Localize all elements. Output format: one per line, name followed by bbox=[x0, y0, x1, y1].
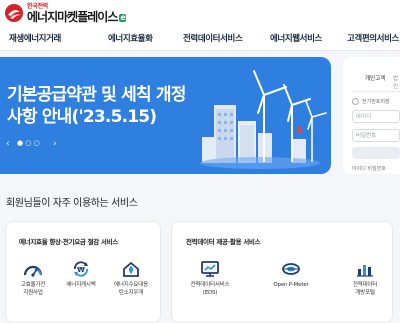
service-carbon-eraser[interactable]: 에너지수요대응 탄소지우개 bbox=[106, 260, 156, 297]
meter-icon bbox=[282, 263, 300, 275]
hero-banner[interactable]: 기본공급약관 및 세칙 개정 사항 안내('23.5.15) ‹ ● ○ ○ › bbox=[0, 57, 331, 174]
save-id-option[interactable]: 전기번호저장 bbox=[352, 98, 390, 105]
eco-home-icon bbox=[123, 261, 139, 277]
logo-badge: e bbox=[119, 12, 126, 22]
nav-item-power-data-service[interactable]: 전력데이터서비스 bbox=[183, 32, 243, 44]
svg-text:₩: ₩ bbox=[77, 266, 85, 274]
chart-icon bbox=[357, 265, 373, 277]
card-title: 에너지효율 향상·전기요금 절감 서비스 bbox=[19, 238, 118, 246]
main-nav: 재생에너지거래 에너지효율화 전력데이터서비스 에너지웹서비스 고객편의서비스 bbox=[0, 28, 400, 51]
site-logo[interactable]: 한국전력 에너지마켓플레이스 e bbox=[4, 3, 126, 23]
services-section-title: 회원님들이 자주 이용하는 서비스 bbox=[6, 198, 138, 209]
gauge-icon bbox=[23, 265, 43, 277]
card-title: 전력데이터 제공·활용 서비스 bbox=[186, 238, 261, 246]
banner-pager-dots[interactable]: ● ○ ○ bbox=[17, 139, 40, 147]
banner-next-arrow-icon[interactable]: › bbox=[53, 139, 57, 149]
banner-title: 기본공급약관 및 세칙 개정 사항 안내('23.5.15) bbox=[7, 85, 186, 127]
nav-item-customer-service[interactable]: 고객편의서비스 bbox=[347, 32, 399, 44]
service-eds[interactable]: 전력데이터서비스 (EDS) bbox=[182, 260, 238, 297]
power-data-service-card: 전력데이터 제공·활용 서비스 전력데이터서비스 (EDS) Open P-Me… bbox=[171, 221, 393, 323]
id-field[interactable]: 아이디 bbox=[352, 110, 400, 123]
efficiency-service-card: 에너지효율 향상·전기요금 절감 서비스 고효율가전 지원사업 ₩ 에너지캐시백… bbox=[5, 221, 161, 323]
tab-individual[interactable]: 개인고객 bbox=[365, 74, 385, 82]
tab-business[interactable]: 법인 bbox=[393, 74, 400, 90]
banner-prev-arrow-icon[interactable]: ‹ bbox=[6, 139, 10, 149]
nav-item-energy-web-service[interactable]: 에너지웹서비스 bbox=[270, 32, 322, 44]
find-id-password-link[interactable]: 아이디 비밀번호 bbox=[352, 165, 386, 172]
login-panel: 개인고객 법인 전기번호저장 아이디 비밀번호 아이디 비밀번호 bbox=[343, 57, 400, 174]
logo-service-name: 에너지마켓플레이스 bbox=[27, 9, 118, 24]
site-header: 한국전력 에너지마켓플레이스 e bbox=[0, 0, 400, 28]
nav-item-energy-efficiency[interactable]: 에너지효율화 bbox=[108, 32, 153, 44]
radio-icon[interactable] bbox=[352, 98, 359, 105]
service-energy-cashback[interactable]: ₩ 에너지캐시백 bbox=[56, 260, 106, 290]
service-open-p-meter[interactable]: Open P-Meter bbox=[264, 260, 318, 290]
nav-item-renewable-trade[interactable]: 재생에너지거래 bbox=[9, 32, 61, 44]
password-field[interactable]: 비밀번호 bbox=[352, 129, 400, 142]
login-button[interactable] bbox=[352, 147, 400, 159]
kepco-logo-icon bbox=[4, 3, 24, 23]
city-wind-turbine-illustration bbox=[200, 70, 327, 169]
service-high-efficiency-appliance[interactable]: 고효율가전 지원사업 bbox=[8, 260, 58, 297]
service-power-data-portal[interactable]: 전력데이터 개방포털 bbox=[340, 260, 390, 297]
monitor-icon bbox=[201, 261, 219, 277]
login-divider bbox=[352, 91, 400, 92]
cashback-icon: ₩ bbox=[74, 261, 88, 277]
